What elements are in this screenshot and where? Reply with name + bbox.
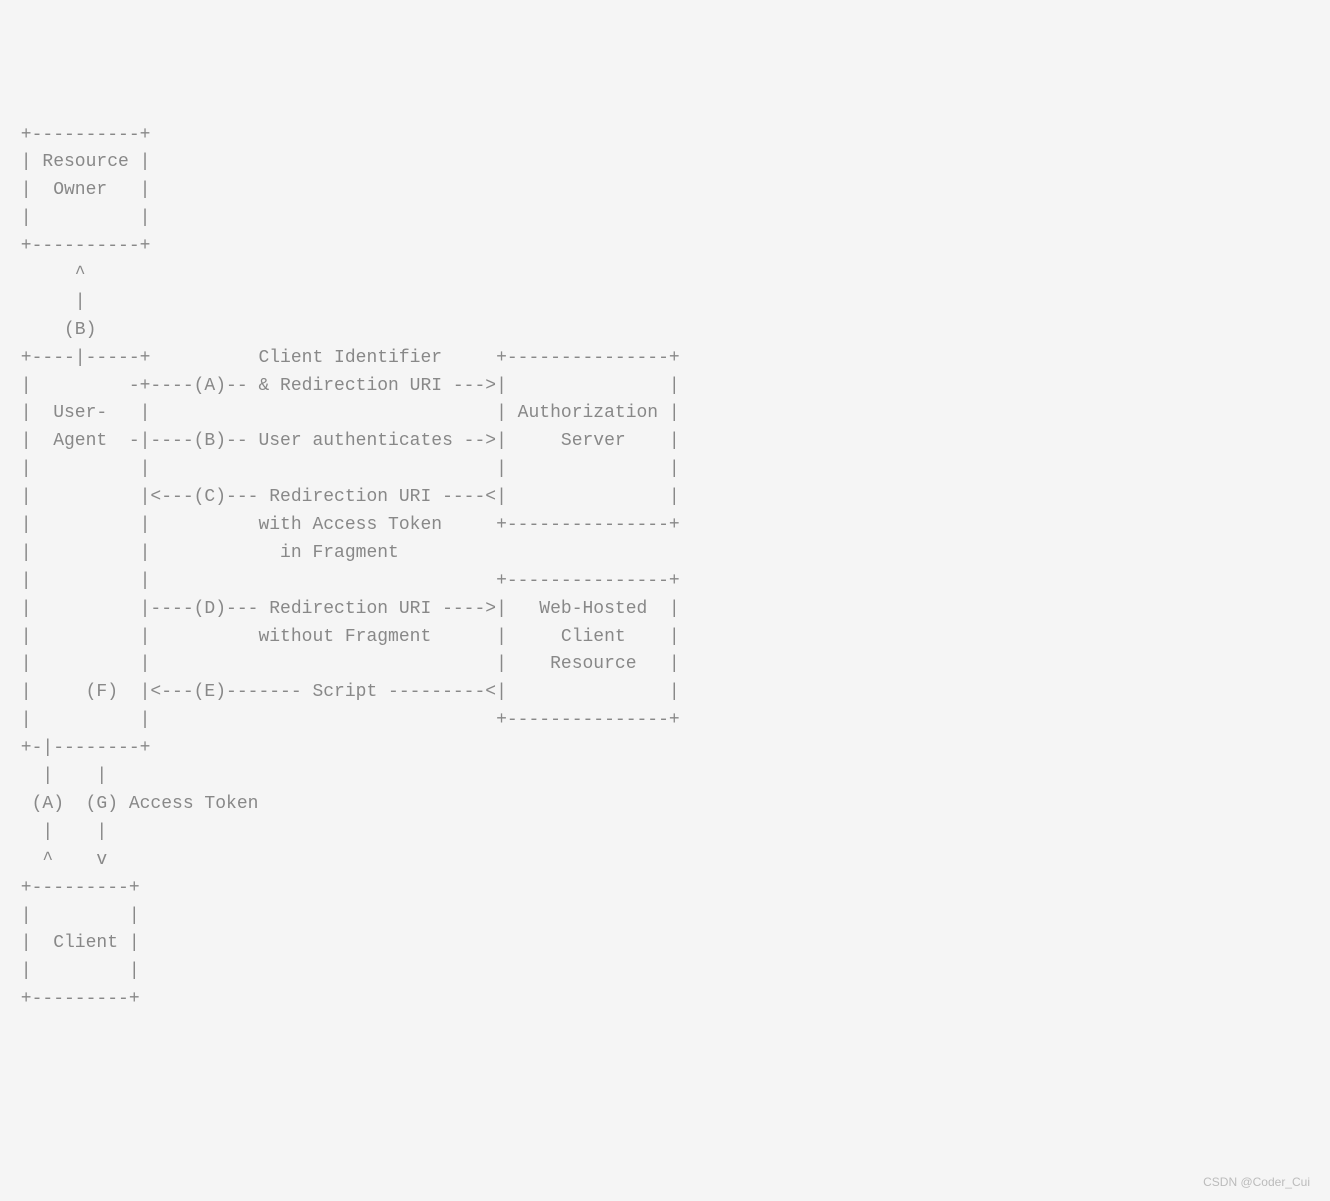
ascii-diagram: +----------+ | Resource | | Owner | | | …	[10, 122, 1320, 1015]
watermark: CSDN @Coder_Cui	[1203, 1173, 1310, 1192]
